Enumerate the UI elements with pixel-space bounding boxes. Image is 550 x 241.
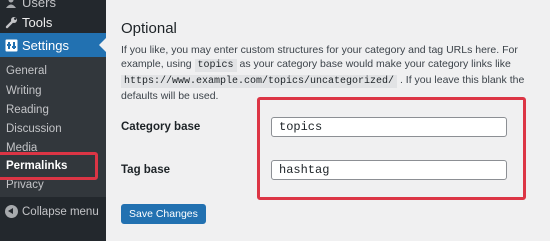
tag-base-label: Tag base <box>121 164 170 176</box>
submenu-item-discussion[interactable]: Discussion <box>6 123 62 135</box>
wrench-icon <box>4 15 18 29</box>
main-content: Optional If you like, you may enter cust… <box>106 0 550 241</box>
settings-icon <box>4 38 18 52</box>
code-example-topics: topics <box>194 59 237 72</box>
submenu-item-general[interactable]: General <box>6 65 47 77</box>
collapse-menu-label: Collapse menu <box>22 206 99 218</box>
save-changes-button[interactable]: Save Changes <box>121 204 206 224</box>
submenu-item-writing[interactable]: Writing <box>6 85 42 97</box>
admin-sidebar: Users Tools Settings General Writing Rea… <box>0 0 106 241</box>
submenu-item-reading[interactable]: Reading <box>6 104 49 116</box>
sidebar-item-settings[interactable]: Settings <box>0 33 106 57</box>
category-base-label: Category base <box>121 121 201 133</box>
users-icon <box>4 0 18 9</box>
sidebar-item-tools[interactable]: Tools <box>0 11 106 33</box>
sidebar-item-label: Tools <box>22 14 53 30</box>
description-text: as your category base would make your ca… <box>236 58 511 70</box>
section-title: Optional <box>121 20 177 37</box>
fields-highlight-box <box>257 97 526 200</box>
submenu-item-privacy[interactable]: Privacy <box>6 179 44 191</box>
collapse-arrow-icon <box>5 205 18 218</box>
collapse-menu-button[interactable]: Collapse menu <box>0 201 106 223</box>
sidebar-item-label: Users <box>22 0 56 10</box>
section-description: If you like, you may enter custom struct… <box>121 43 550 103</box>
sidebar-item-label: Settings <box>22 37 69 53</box>
permalinks-highlight-box <box>0 152 98 180</box>
code-example-url: https://www.example.com/topics/uncategor… <box>121 75 398 88</box>
